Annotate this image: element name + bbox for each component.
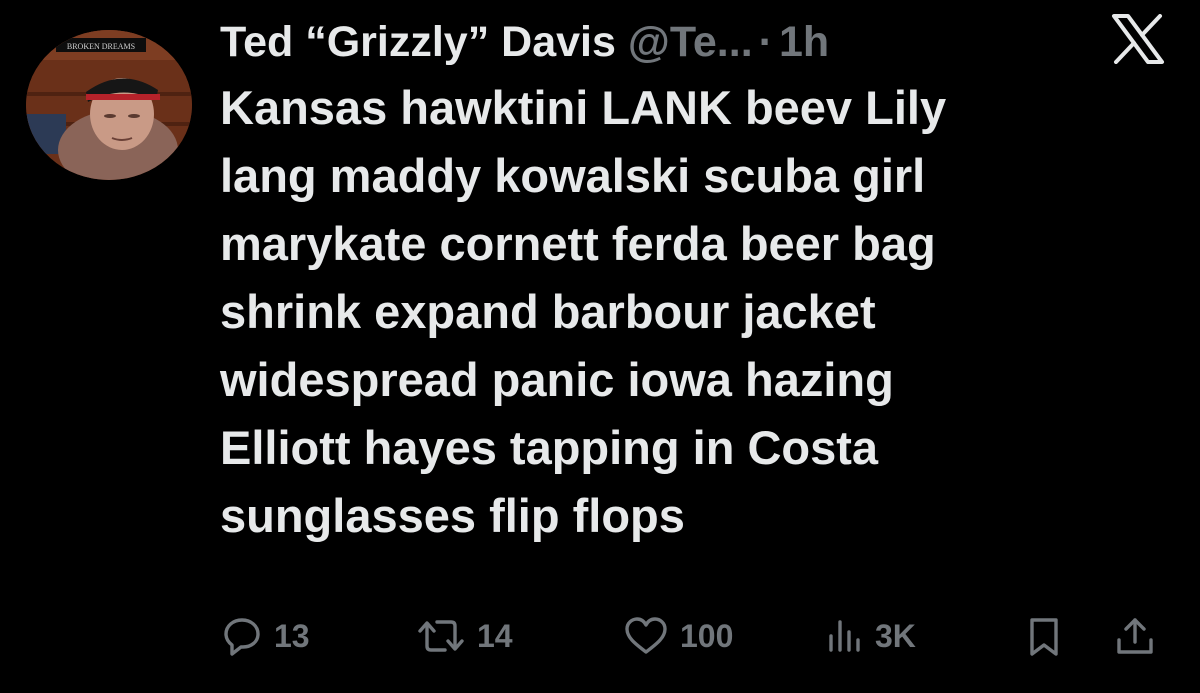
tweet-actions: 13 14 100 3K bbox=[220, 610, 1170, 662]
x-logo-icon[interactable] bbox=[1110, 14, 1166, 64]
retweet-icon bbox=[418, 620, 464, 652]
tweet-text-line: Elliott hayes tapping in Costa bbox=[220, 421, 879, 474]
retweet-button[interactable]: 14 bbox=[415, 610, 513, 662]
bookmark-button[interactable] bbox=[1024, 610, 1064, 662]
tweet-text-line: shrink expand barbour jacket bbox=[220, 285, 876, 338]
reply-button[interactable]: 13 bbox=[220, 610, 310, 662]
views-button[interactable]: 3K bbox=[825, 610, 916, 662]
tweet-text: Kansas hawktini LANK beev Lily lang madd… bbox=[220, 74, 1170, 550]
timestamp[interactable]: 1h bbox=[779, 12, 829, 72]
display-name[interactable]: Ted “Grizzly” Davis bbox=[220, 12, 616, 72]
tweet-text-line: sunglasses flip flops bbox=[220, 489, 685, 542]
avatar-photo: BROKEN DREAMS bbox=[26, 30, 192, 180]
tweet-text-line: marykate cornett ferda beer bag bbox=[220, 217, 936, 270]
retweet-count: 14 bbox=[477, 617, 513, 654]
avatar-sign-text: BROKEN DREAMS bbox=[67, 42, 135, 51]
reply-icon bbox=[224, 618, 260, 656]
tweet-header: Ted “Grizzly” Davis @Te... · 1h bbox=[220, 12, 829, 72]
avatar[interactable]: BROKEN DREAMS bbox=[26, 30, 192, 180]
share-button[interactable] bbox=[1113, 610, 1157, 662]
like-button[interactable]: 100 bbox=[622, 610, 733, 662]
separator-dot: · bbox=[758, 18, 773, 66]
views-count: 3K bbox=[875, 617, 916, 654]
heart-icon bbox=[625, 617, 667, 654]
tweet-text-line: lang maddy kowalski scuba girl bbox=[220, 149, 926, 202]
tweet-text-line: widespread panic iowa hazing bbox=[220, 353, 894, 406]
tweet-text-line: Kansas hawktini LANK beev Lily bbox=[220, 81, 947, 134]
bookmark-icon bbox=[1030, 618, 1058, 656]
reply-count: 13 bbox=[274, 617, 310, 654]
share-icon bbox=[1117, 618, 1153, 654]
like-count: 100 bbox=[680, 617, 734, 654]
views-chart-icon bbox=[829, 620, 860, 652]
user-handle[interactable]: @Te... bbox=[628, 12, 753, 72]
